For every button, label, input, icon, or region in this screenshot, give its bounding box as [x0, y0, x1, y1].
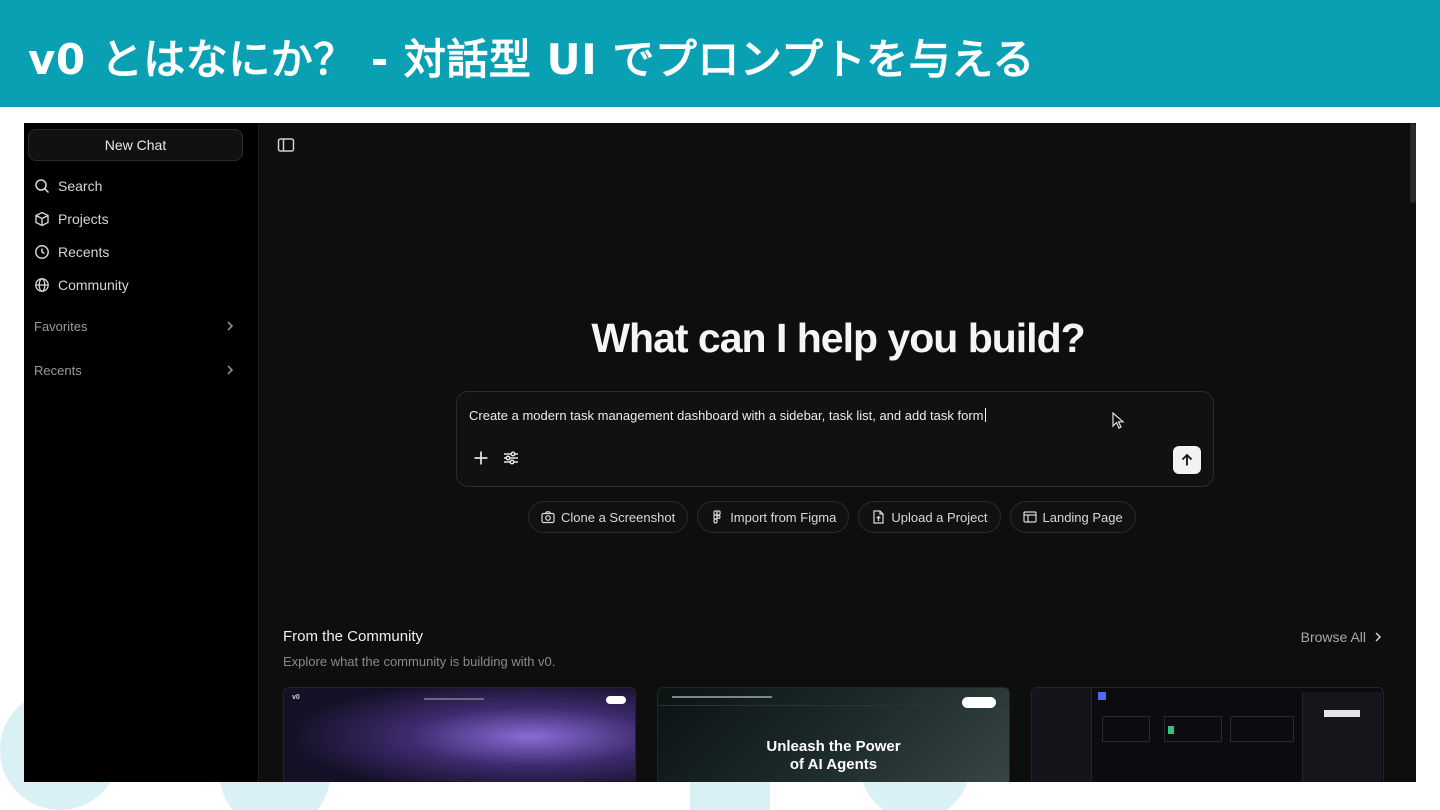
- scrollbar[interactable]: [1410, 123, 1416, 203]
- chevron-right-icon: [227, 365, 234, 375]
- camera-icon: [541, 511, 555, 524]
- suggestion-chips: Clone a Screenshot Import from Figma Upl…: [528, 501, 1136, 533]
- layout-icon: [1022, 511, 1037, 523]
- community-title: From the Community: [283, 628, 424, 645]
- search-icon: [35, 179, 50, 194]
- cube-icon: [35, 211, 49, 227]
- sidebar: New Chat Search Projects Recents Communi…: [24, 123, 259, 782]
- add-attachment-icon[interactable]: [471, 448, 491, 468]
- main-content: What can I help you build? Create a mode…: [260, 123, 1416, 782]
- chip-import-figma[interactable]: Import from Figma: [697, 501, 850, 533]
- sidebar-item-projects[interactable]: Projects: [34, 207, 109, 231]
- sidebar-item-recents[interactable]: Recents: [34, 240, 109, 264]
- send-button[interactable]: [1173, 446, 1201, 474]
- community-card[interactable]: [1031, 687, 1384, 782]
- sidebar-item-community[interactable]: Community: [34, 273, 129, 297]
- new-chat-button[interactable]: New Chat: [28, 129, 243, 161]
- prompt-input[interactable]: Create a modern task management dashboar…: [469, 408, 986, 423]
- chevron-right-icon: [1375, 632, 1382, 642]
- globe-icon: [35, 278, 49, 292]
- arrow-up-icon: [1181, 453, 1193, 466]
- prompt-box[interactable]: Create a modern task management dashboar…: [456, 391, 1214, 487]
- slide-title: v0 とはなにか？ - 対話型 UI でプロンプトを与える: [28, 35, 1035, 84]
- clock-icon: [35, 245, 49, 259]
- section-label: Favorites: [34, 318, 88, 334]
- sidebar-item-label: Projects: [58, 211, 109, 227]
- community-card[interactable]: Unleash the Power of AI Agents: [657, 687, 1010, 782]
- v0-app-window: New Chat Search Projects Recents Communi…: [24, 123, 1416, 782]
- chevron-right-icon: [227, 321, 234, 331]
- chip-clone-screenshot[interactable]: Clone a Screenshot: [528, 501, 689, 533]
- sidebar-item-label: Community: [58, 277, 129, 293]
- slide-header: v0 とはなにか？ - 対話型 UI でプロンプトを与える: [0, 0, 1440, 107]
- card-caption: Unleash the Power of AI Agents: [766, 738, 901, 773]
- chip-upload-project[interactable]: Upload a Project: [858, 501, 1001, 533]
- sidebar-item-search[interactable]: Search: [34, 174, 102, 198]
- community-card[interactable]: v0: [283, 687, 636, 782]
- sidebar-section-favorites[interactable]: Favorites: [34, 316, 234, 336]
- file-upload-icon: [873, 510, 884, 524]
- section-label: Recents: [34, 362, 82, 378]
- mouse-cursor-icon: [1112, 412, 1125, 429]
- chip-landing-page[interactable]: Landing Page: [1009, 501, 1136, 533]
- sidebar-item-label: Search: [58, 178, 103, 194]
- figma-icon: [713, 510, 721, 524]
- browse-all-link[interactable]: Browse All: [1301, 629, 1382, 645]
- settings-sliders-icon[interactable]: [501, 448, 521, 468]
- sidebar-item-label: Recents: [58, 244, 110, 260]
- community-subtitle: Explore what the community is building w…: [283, 654, 556, 669]
- sidebar-section-recents[interactable]: Recents: [34, 360, 234, 380]
- sidebar-toggle-icon[interactable]: [277, 137, 295, 153]
- hero-heading: What can I help you build?: [591, 315, 1085, 361]
